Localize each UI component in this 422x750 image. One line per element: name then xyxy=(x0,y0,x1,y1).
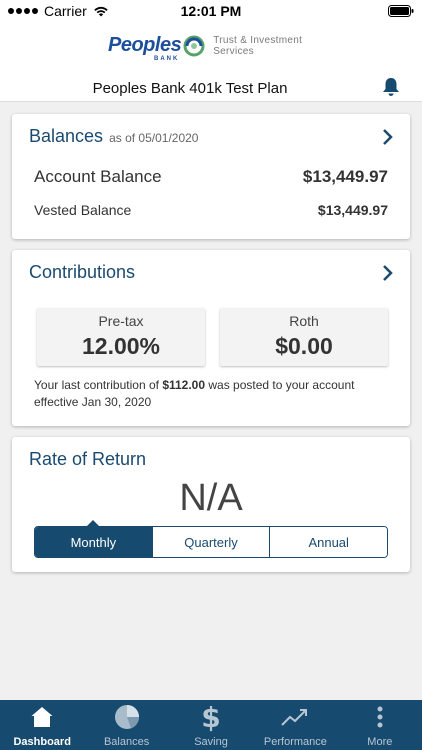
vested-balance-row: Vested Balance $13,449.97 xyxy=(34,202,388,218)
account-balance-value: $13,449.97 xyxy=(302,167,388,186)
tab-more-label: More xyxy=(367,736,393,748)
logo-wordmark: Peoples BANK xyxy=(108,34,182,62)
dollar-icon: $ xyxy=(201,702,220,732)
tab-balances-label: Balances xyxy=(103,736,150,748)
note-prefix: Your last contribution of xyxy=(34,378,163,392)
logo-sub: BANK xyxy=(154,56,180,62)
tab-more[interactable]: More xyxy=(338,700,422,750)
bank-logo: Peoples BANK Trust & Investment Services xyxy=(108,34,302,62)
period-quarterly-label: Quarterly xyxy=(184,534,238,550)
note-amount: $112.00 xyxy=(162,378,206,392)
tab-performance-label: Performance xyxy=(263,736,327,748)
logo-swirl-icon xyxy=(183,35,205,56)
logo-tagline-1: Trust & Investment xyxy=(213,34,303,46)
signal-icon xyxy=(8,8,38,14)
tab-balances[interactable]: Balances xyxy=(84,700,168,750)
logo-tagline-2: Services xyxy=(213,45,254,57)
last-contribution-note: Your last contribution of $112.00 was po… xyxy=(34,377,392,411)
tab-saving[interactable]: $ Saving xyxy=(169,700,253,750)
account-balance-row: Account Balance $13,449.97 xyxy=(34,167,388,187)
chevron-right-icon[interactable] xyxy=(382,128,394,146)
selected-caret-icon xyxy=(86,520,101,527)
wifi-icon xyxy=(94,6,108,17)
logo-tagline: Trust & Investment Services xyxy=(213,35,302,57)
balances-header: Balances as of 05/01/2020 xyxy=(29,126,198,147)
carrier-label: Carrier xyxy=(44,3,87,19)
period-annual-button[interactable]: Annual xyxy=(269,527,388,557)
app-header: Peoples BANK Trust & Investment Services… xyxy=(0,22,422,102)
pretax-label: Pre-tax xyxy=(98,313,144,329)
more-icon xyxy=(377,706,383,728)
period-segmented-control: Monthly Quarterly Annual xyxy=(34,520,388,558)
chevron-right-icon[interactable] xyxy=(382,264,394,282)
balances-as-of: as of 05/01/2020 xyxy=(109,131,199,145)
trend-icon xyxy=(281,709,308,726)
roth-label: Roth xyxy=(289,313,319,329)
svg-text:$: $ xyxy=(201,702,220,732)
pretax-box: Pre-tax 12.00% xyxy=(37,308,205,366)
tab-dashboard-label: Dashboard xyxy=(13,736,71,748)
ror-value: N/A xyxy=(179,477,243,519)
ror-header: Rate of Return xyxy=(29,449,146,470)
home-icon xyxy=(31,707,53,727)
vested-balance-value: $13,449.97 xyxy=(317,202,388,218)
status-bar: Carrier 12:01 PM xyxy=(0,0,422,22)
balances-title: Balances xyxy=(29,126,104,146)
plan-title: Peoples Bank 401k Test Plan xyxy=(92,80,288,97)
notifications-bell-icon[interactable] xyxy=(382,77,400,102)
tab-dashboard[interactable]: Dashboard xyxy=(0,700,84,750)
vested-balance-label: Vested Balance xyxy=(34,202,132,218)
roth-value: $0.00 xyxy=(275,333,333,359)
ror-title: Rate of Return xyxy=(29,449,147,469)
period-annual-label: Annual xyxy=(308,534,349,550)
pretax-value: 12.00% xyxy=(81,333,160,359)
period-monthly-button[interactable]: Monthly xyxy=(35,520,152,557)
period-monthly-label: Monthly xyxy=(70,534,117,550)
pie-chart-icon xyxy=(114,705,139,729)
status-left: Carrier xyxy=(8,3,109,19)
account-balance-label: Account Balance xyxy=(34,167,162,186)
tab-performance[interactable]: Performance xyxy=(253,700,337,750)
battery-icon xyxy=(388,4,414,20)
rate-of-return-card: Rate of Return N/A Monthly Quarterly Ann… xyxy=(12,437,410,572)
balances-card[interactable]: Balances as of 05/01/2020 Account Balanc… xyxy=(12,114,410,239)
tab-saving-label: Saving xyxy=(194,736,228,748)
bottom-tab-bar: Dashboard Balances $ Saving Performance xyxy=(0,700,422,750)
logo-name: Peoples xyxy=(108,34,182,56)
roth-box: Roth $0.00 xyxy=(220,308,388,366)
contributions-card[interactable]: Contributions Pre-tax 12.00% Roth $0.00 … xyxy=(12,250,410,426)
period-quarterly-button[interactable]: Quarterly xyxy=(151,527,270,557)
contributions-header: Contributions xyxy=(29,262,135,283)
contributions-title: Contributions xyxy=(29,262,136,282)
